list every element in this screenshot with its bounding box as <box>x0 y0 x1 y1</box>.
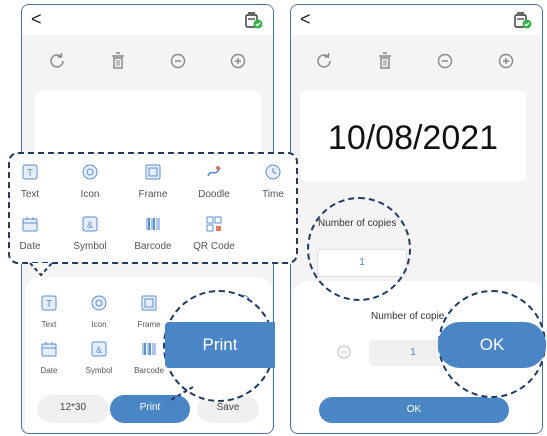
toolbar <box>22 49 273 79</box>
symbol-icon: & <box>82 216 98 232</box>
element-picker-popup: T Text Icon Frame Doodle Time Date & Sym… <box>8 152 298 264</box>
popup-item-label: QR Code <box>193 241 235 252</box>
popup-item-doodle[interactable]: Doodle <box>184 164 244 200</box>
zoom-in-icon[interactable] <box>494 49 518 73</box>
popup-item-frame[interactable]: Frame <box>123 164 183 200</box>
popup-item-qrcode[interactable]: QR Code <box>184 216 244 252</box>
top-bar: < <box>22 5 273 35</box>
svg-text:&: & <box>96 345 102 355</box>
qrcode-icon <box>206 216 222 232</box>
calendar-icon <box>41 342 57 357</box>
zoom-out-icon[interactable] <box>433 49 457 73</box>
doodle-icon <box>207 166 221 177</box>
decrement-icon[interactable] <box>337 345 351 359</box>
popup-item-text[interactable]: T Text <box>0 164 60 200</box>
svg-text:T: T <box>27 168 33 179</box>
back-button[interactable]: < <box>300 9 311 29</box>
printer-connected-icon[interactable] <box>514 11 532 29</box>
refresh-icon[interactable] <box>312 49 336 73</box>
popup-item-barcode[interactable]: Barcode <box>123 216 183 252</box>
ok-button[interactable]: OK <box>319 397 509 423</box>
zoom-callout-ok: OK <box>438 290 546 398</box>
canvas-date-text[interactable]: 10/08/2021 <box>300 119 526 158</box>
zoom-callout-copies <box>307 197 411 301</box>
zoom-print-button[interactable]: Print <box>165 322 275 368</box>
zoom-out-icon[interactable] <box>166 49 190 73</box>
popup-item-label: Text <box>20 189 40 200</box>
popup-item-label: Symbol <box>73 241 107 252</box>
refresh-icon[interactable] <box>45 49 69 73</box>
text-icon: T <box>41 295 57 311</box>
zoom-ok-button[interactable]: OK <box>438 322 546 368</box>
sheet-copies-label: Number of copie <box>371 311 445 322</box>
clock-icon <box>265 164 281 180</box>
frame-icon <box>141 295 157 311</box>
popup-item-icon[interactable]: Icon <box>60 164 120 200</box>
calendar-icon <box>22 217 38 232</box>
symbol-icon: & <box>91 341 107 357</box>
callout-tail <box>168 386 194 402</box>
emoji-icon <box>82 164 98 180</box>
popup-item-time[interactable]: Time <box>243 164 303 200</box>
popup-item-symbol[interactable]: & Symbol <box>60 216 120 252</box>
label-canvas[interactable]: 10/08/2021 <box>300 91 526 181</box>
popup-item-label: Frame <box>138 189 168 200</box>
svg-text:&: & <box>87 220 93 230</box>
zoom-in-icon[interactable] <box>226 49 250 73</box>
emoji-icon <box>91 295 107 311</box>
printer-connected-icon[interactable] <box>245 11 263 29</box>
label-size-button[interactable]: 12*30 <box>37 395 109 423</box>
popup-pointer <box>29 262 53 277</box>
toolbar <box>291 49 542 79</box>
barcode-icon <box>146 218 160 230</box>
barcode-icon <box>142 343 156 355</box>
frame-icon <box>145 164 161 180</box>
delete-icon[interactable] <box>106 49 130 73</box>
top-bar: < <box>291 5 542 35</box>
popup-item-label: Icon <box>80 189 100 200</box>
popup-item-date[interactable]: Date <box>0 216 60 252</box>
delete-icon[interactable] <box>373 49 397 73</box>
popup-item-label: Time <box>262 189 284 200</box>
popup-item-label: Date <box>19 241 41 252</box>
popup-item-label: Barcode <box>134 241 172 252</box>
popup-item-label: Doodle <box>198 189 230 200</box>
svg-text:T: T <box>46 299 52 310</box>
back-button[interactable]: < <box>31 9 42 29</box>
text-icon: T <box>22 164 38 180</box>
